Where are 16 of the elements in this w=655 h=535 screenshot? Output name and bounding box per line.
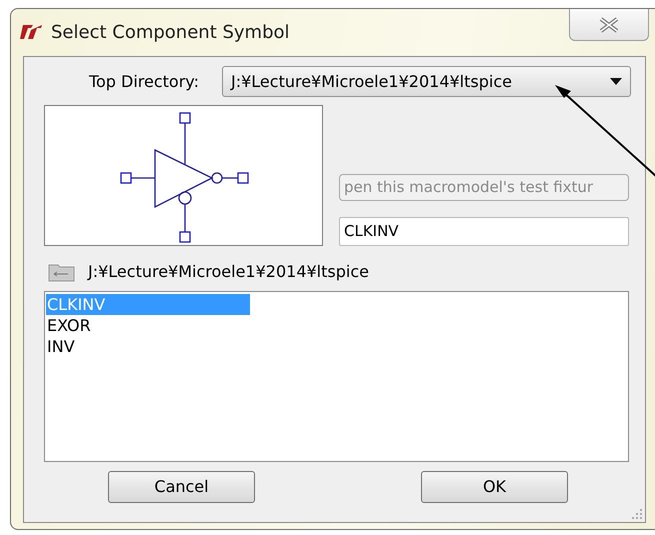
window-title: Select Component Symbol xyxy=(51,20,290,44)
cancel-button[interactable]: Cancel xyxy=(108,471,255,503)
caret-icon xyxy=(610,78,622,85)
field-label: Top Directory: xyxy=(88,70,200,92)
list-item[interactable]: INV xyxy=(46,336,250,357)
folder-icon xyxy=(48,262,76,282)
resize-grip-icon xyxy=(631,508,643,520)
close-icon xyxy=(598,16,620,32)
close-button[interactable] xyxy=(569,9,649,41)
directory-dropdown[interactable]: J:¥Lecture¥Microele1¥2014¥ltspice xyxy=(222,66,631,97)
ok-button[interactable]: OK xyxy=(421,471,568,503)
list-item[interactable]: EXOR xyxy=(46,315,250,336)
symbol-name-field[interactable]: CLKINV xyxy=(339,217,629,246)
folder-path: J:¥Lecture¥Microele1¥2014¥ltspice xyxy=(88,261,369,283)
logo-icon xyxy=(20,25,42,39)
symbol-list[interactable]: CLKINV EXOR INV xyxy=(44,291,629,462)
